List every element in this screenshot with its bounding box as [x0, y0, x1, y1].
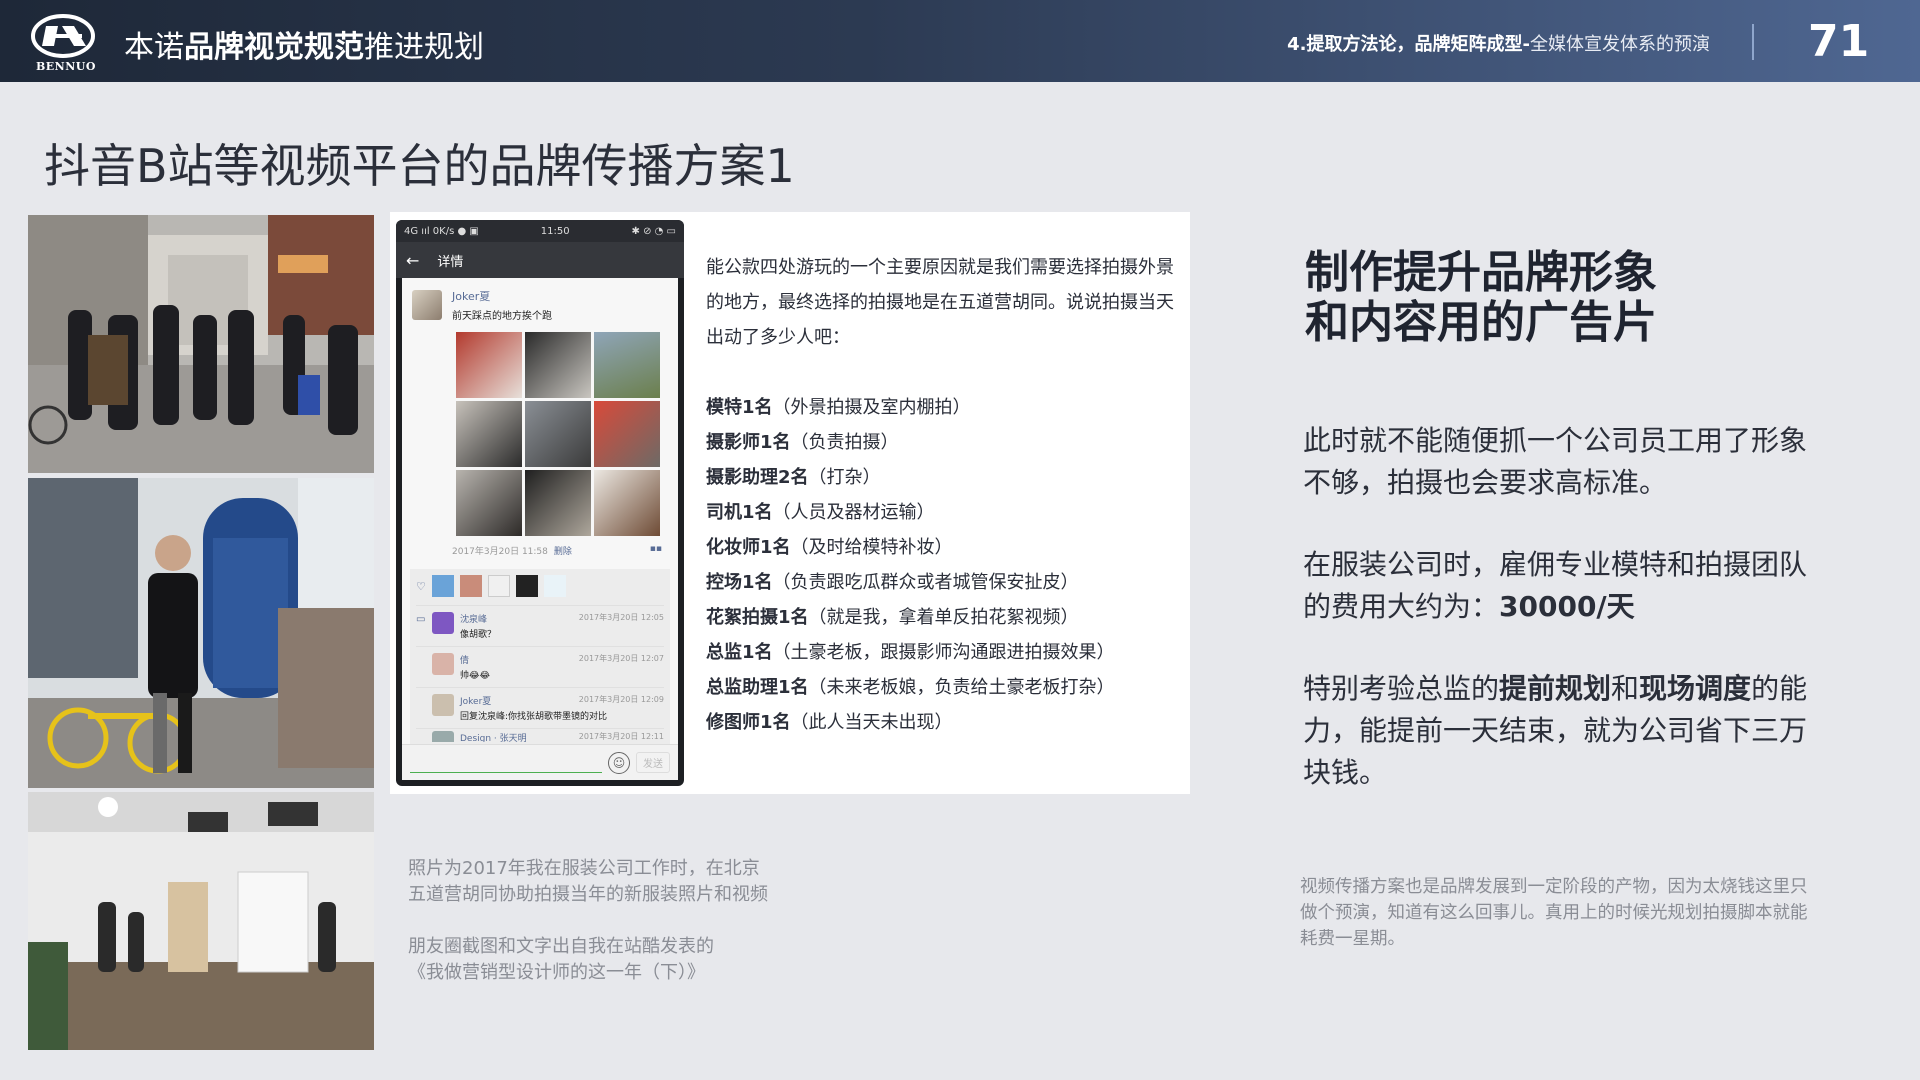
header-title-bold: 品牌视觉规范: [184, 30, 364, 65]
status-right: ✱ ⊘ ◔ ▭: [631, 225, 676, 237]
header-bar: BENNUO 本诺品牌视觉规范推进规划 4.提取方法论，品牌矩阵成型-全媒体宣发…: [0, 0, 1920, 82]
crew-item: 化妆师1名（及时给模特补妆）: [706, 537, 953, 558]
section-label-bold: 4.提取方法论，品牌矩阵成型-: [1287, 34, 1530, 55]
emoji-icon[interactable]: ☺: [608, 751, 630, 774]
comment-avatar: [432, 694, 454, 716]
crew-item: 控场1名（负责跟吃瓜群众或者城管保安扯皮）: [706, 572, 1079, 593]
caption-line: 照片为2017年我在服装公司工作时，在北京: [408, 858, 760, 879]
right-paragraph: 特别考验总监的提前规划和现场调度的能力，能提前一天结束，就为公司省下三万块钱。: [1303, 672, 1808, 789]
comment-time: 2017年3月20日 12:11: [578, 732, 664, 741]
crew-item: 摄影助理2名（打杂）: [706, 467, 881, 488]
post-author[interactable]: Joker夏: [452, 288, 668, 304]
comment-toggle-icon[interactable]: ▪▪: [650, 544, 662, 557]
crew-item: 模特1名（外景拍摄及室内棚拍）: [706, 397, 971, 418]
comment-avatar: [432, 612, 454, 634]
comment-time: 2017年3月20日 12:07: [578, 654, 664, 663]
section-label-rest: 全媒体宣发体系的预演: [1530, 34, 1710, 55]
back-arrow-icon[interactable]: ←: [406, 251, 419, 270]
street-crew-photo: [28, 215, 374, 473]
comment-text: 像胡歌？: [460, 630, 497, 640]
header-title: 本诺品牌视觉规范推进规划: [124, 22, 484, 66]
phone-screenshot: 4G ııl 0K/s ● ▣ 11:50 ✱ ⊘ ◔ ▭ ← 详情 Joker…: [396, 220, 684, 786]
right-heading-line: 制作提升品牌形象: [1305, 247, 1657, 298]
crew-item: 总监1名（土豪老板，跟摄影师沟通跟进拍摄效果）: [706, 642, 1115, 663]
comment-input-bar: ☺ 发送: [402, 744, 678, 780]
photo-caption: 照片为2017年我在服装公司工作时，在北京 五道营胡同协助拍摄当年的新服装照片和视…: [408, 856, 768, 986]
grid-photo[interactable]: [525, 470, 591, 536]
right-paragraph: 在服装公司时，雇佣专业模特和拍摄团队的费用大约为：30000/天: [1303, 548, 1808, 623]
shoot-story: 能公款四处游玩的一个主要原因就是我们需要选择拍摄外景的地方，最终选择的拍摄地是在…: [706, 250, 1176, 740]
post-header: Joker夏 前天踩点的地方挨个跑 2017年3月20日 11:58 删除 ▪▪: [402, 278, 678, 563]
logo-wordmark: BENNUO: [36, 60, 96, 73]
crew-item: 花絮拍摄1名（就是我，拿着单反拍花絮视频）: [706, 607, 1079, 628]
photo-grid: [456, 332, 668, 536]
grid-photo[interactable]: [456, 470, 522, 536]
liker-avatar[interactable]: [431, 575, 454, 597]
grid-photo[interactable]: [594, 470, 660, 536]
comment-text: 帅😂😂: [460, 671, 491, 681]
header-divider: [1752, 24, 1754, 60]
comment-input[interactable]: [410, 753, 602, 773]
nav-title: 详情: [437, 254, 464, 270]
likes-bar: ♡: [410, 569, 670, 603]
comment-time: 2017年3月20日 12:09: [578, 695, 664, 704]
crew-item: 摄影师1名（负责拍摄）: [706, 432, 899, 453]
crew-item: 司机1名（人员及器材运输）: [706, 502, 935, 523]
comment-icon: ▭: [416, 614, 426, 625]
right-body: 此时就不能随便抓一个公司员工用了形象不够，拍摄也会要求高标准。 在服装公司时，雇…: [1303, 420, 1823, 794]
comment-item[interactable]: 倩 帅😂😂 2017年3月20日 12:07: [416, 646, 664, 687]
comment-avatar: [432, 653, 454, 675]
comment-avatar: [432, 731, 454, 742]
heart-icon: ♡: [416, 579, 426, 593]
right-paragraph: 此时就不能随便抓一个公司员工用了形象不够，拍摄也会要求高标准。: [1303, 424, 1808, 499]
studio-photo: [28, 792, 374, 1050]
caption-line: 五道营胡同协助拍摄当年的新服装照片和视频: [408, 884, 768, 905]
status-left: 4G ııl 0K/s ● ▣: [404, 225, 479, 237]
post-text: 前天踩点的地方挨个跑: [452, 311, 552, 322]
phone-nav-bar: ← 详情: [396, 242, 684, 278]
liker-avatar[interactable]: [515, 575, 538, 597]
post-time: 2017年3月20日 11:58: [452, 547, 548, 557]
comment-item[interactable]: Design · 张天明 2017年3月20日 12:11: [416, 728, 664, 742]
header-title-suffix: 推进规划: [364, 30, 484, 65]
grid-photo[interactable]: [456, 332, 522, 398]
right-heading-line: 和内容用的广告片: [1305, 297, 1657, 348]
grid-photo[interactable]: [594, 401, 660, 467]
crew-item: 修图师1名（此人当天未出现）: [706, 712, 953, 733]
moments-post: Joker夏 前天踩点的地方挨个跑 2017年3月20日 11:58 删除 ▪▪: [402, 278, 678, 780]
phone-status-bar: 4G ııl 0K/s ● ▣ 11:50 ✱ ⊘ ◔ ▭: [396, 220, 684, 242]
liker-avatar[interactable]: [459, 575, 482, 597]
grid-photo[interactable]: [525, 332, 591, 398]
footnote: 视频传播方案也是品牌发展到一定阶段的产物，因为太烧钱这里只做个预演，知道有这么回…: [1300, 877, 1808, 949]
page-number: 71: [1808, 16, 1870, 67]
story-intro: 能公款四处游玩的一个主要原因就是我们需要选择拍摄外景的地方，最终选择的拍摄地是在…: [706, 257, 1174, 348]
page-title: 抖音B站等视频平台的品牌传播方案1: [44, 139, 795, 193]
comment-time: 2017年3月20日 12:05: [578, 613, 664, 622]
crew-item: 总监助理1名（未来老板娘，负责给土豪老板打杂）: [706, 677, 1115, 698]
comment-item[interactable]: ▭ 沈泉峰 像胡歌？ 2017年3月20日 12:05: [416, 605, 664, 646]
liker-avatar[interactable]: [487, 575, 510, 597]
crew-list: 模特1名（外景拍摄及室内棚拍） 摄影师1名（负责拍摄） 摄影助理2名（打杂） 司…: [706, 390, 1176, 740]
avatar[interactable]: [412, 290, 442, 320]
comments-list: ▭ 沈泉峰 像胡歌？ 2017年3月20日 12:05 倩 帅😂😂 2017年3…: [410, 603, 670, 746]
right-heading: 制作提升品牌形象 和内容用的广告片: [1305, 248, 1657, 348]
delete-link[interactable]: 删除: [554, 547, 572, 557]
liker-avatar[interactable]: [543, 575, 566, 597]
section-label: 4.提取方法论，品牌矩阵成型-全媒体宣发体系的预演: [1287, 30, 1710, 56]
send-button[interactable]: 发送: [636, 752, 670, 773]
content-card: 4G ııl 0K/s ● ▣ 11:50 ✱ ⊘ ◔ ▭ ← 详情 Joker…: [390, 212, 1190, 794]
grid-photo[interactable]: [456, 401, 522, 467]
grid-photo[interactable]: [525, 401, 591, 467]
status-time: 11:50: [540, 225, 570, 237]
caption-line: 朋友圈截图和文字出自我在站酷发表的: [408, 936, 714, 957]
post-meta: 2017年3月20日 11:58 删除 ▪▪: [452, 544, 668, 557]
model-alley-photo: [28, 478, 374, 788]
grid-photo[interactable]: [594, 332, 660, 398]
cost-figure: 30000/天: [1499, 590, 1635, 623]
comment-item[interactable]: Joker夏 回复沈泉峰:你找张胡歌带墨镜的对比 2017年3月20日 12:0…: [416, 687, 664, 728]
header-title-prefix: 本诺: [124, 30, 184, 65]
caption-line: 《我做营销型设计师的这一年（下）》: [408, 962, 705, 983]
comment-text: 回复沈泉峰:你找张胡歌带墨镜的对比: [460, 712, 608, 722]
